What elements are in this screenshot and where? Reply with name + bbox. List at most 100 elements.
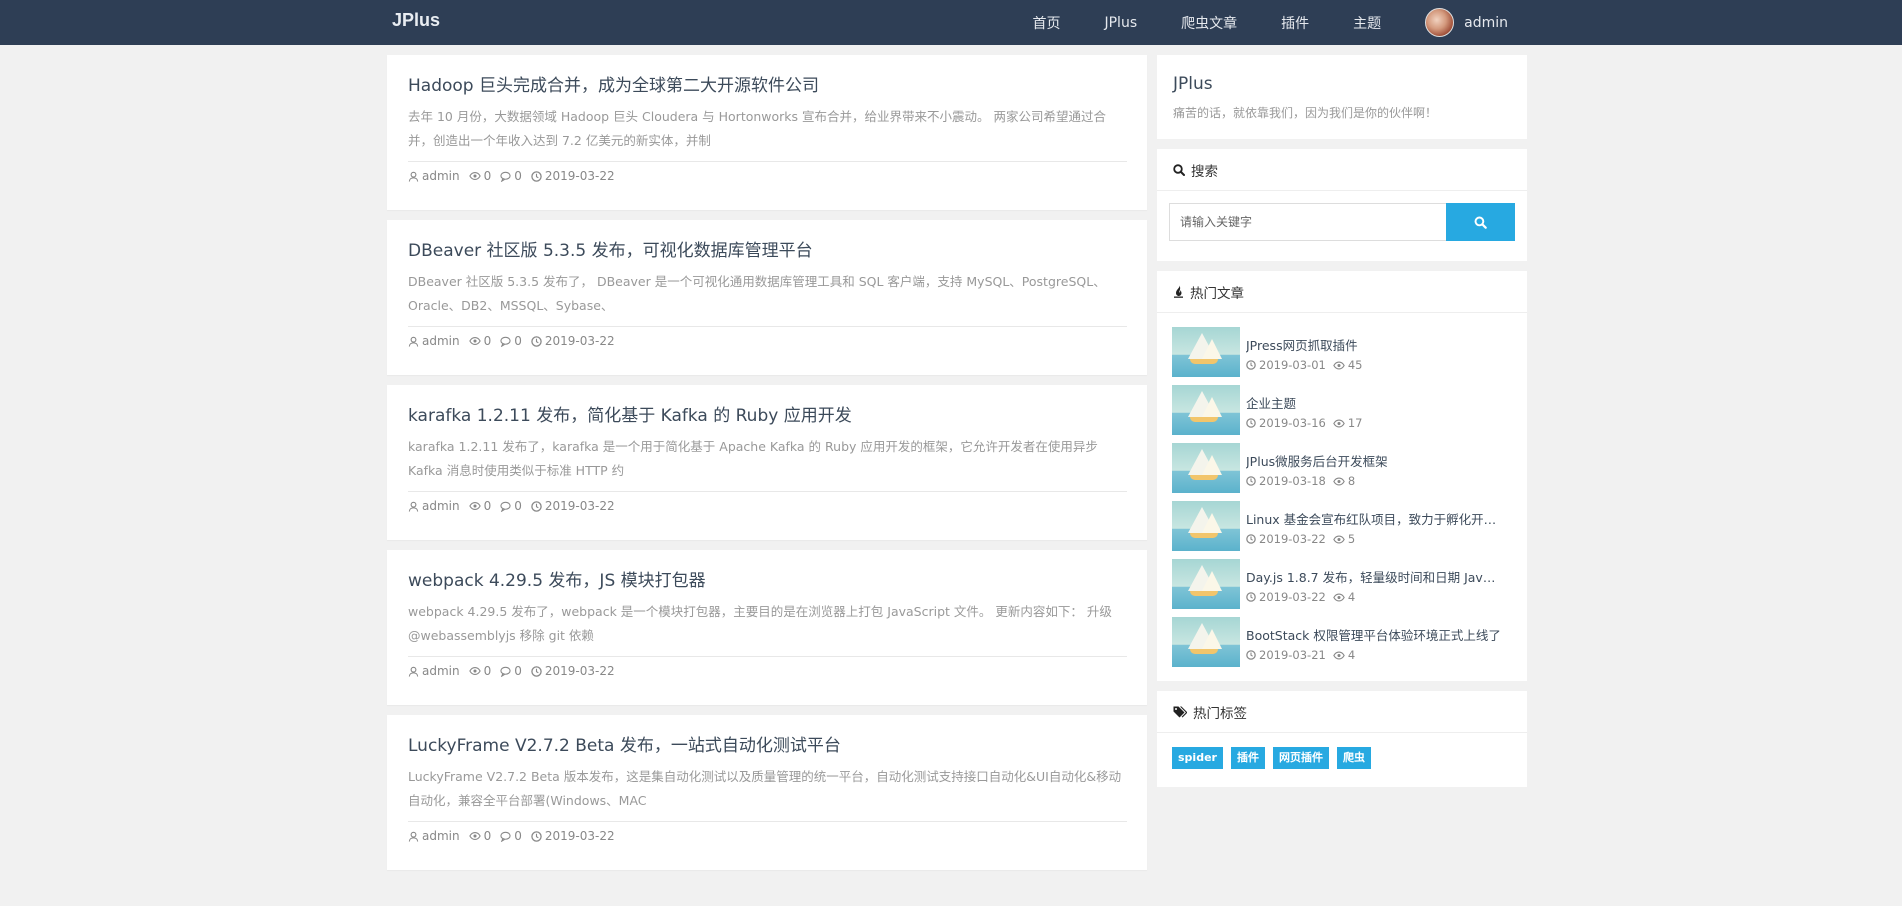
article-title[interactable]: karafka 1.2.11 发布，简化基于 Kafka 的 Ruby 应用开发 bbox=[408, 405, 1127, 427]
article-summary: LuckyFrame V2.7.2 Beta 版本发布，这是集自动化测试以及质量… bbox=[408, 769, 1122, 808]
date-text: 2019-03-22 bbox=[544, 829, 615, 843]
site-description: 痛苦的话，就依靠我们，因为我们是你的伙伴啊！ bbox=[1173, 106, 1438, 120]
search-panel-header: 搜索 bbox=[1157, 149, 1527, 191]
eye-icon bbox=[1333, 593, 1345, 601]
hot-article-info: Day.js 1.8.7 发布，轻量级时间和日期 Java… 2019-03-2… bbox=[1246, 559, 1511, 611]
hot-article-item[interactable]: Linux 基金会宣布红队项目，致力于孵化开… 2019-03-22 5 bbox=[1172, 501, 1511, 553]
hot-article-title[interactable]: BootStack 权限管理平台体验环境正式上线了 bbox=[1246, 625, 1502, 644]
views-count: 5 bbox=[1347, 532, 1356, 546]
article-date: 2019-03-22 bbox=[531, 829, 615, 843]
hot-article-info: 企业主题 2019-03-16 17 bbox=[1246, 385, 1511, 437]
comments-count: 0 bbox=[514, 829, 522, 843]
hot-articles-title: 热门文章 bbox=[1190, 285, 1244, 302]
tags-list: spider 插件 网页插件 爬虫 bbox=[1157, 733, 1527, 787]
article-views: 0 bbox=[468, 169, 491, 183]
user-icon bbox=[408, 501, 419, 512]
hot-article-thumbnail[interactable] bbox=[1172, 617, 1240, 667]
article-meta: admin 0 0 2019-03-22 bbox=[408, 664, 624, 678]
hot-article-info: Linux 基金会宣布红队项目，致力于孵化开… 2019-03-22 5 bbox=[1246, 501, 1511, 553]
article-date: 2019-03-22 bbox=[531, 169, 615, 183]
hot-article-item[interactable]: JPlus微服务后台开发框架 2019-03-18 8 bbox=[1172, 443, 1511, 495]
nav-item-jplus[interactable]: JPlus bbox=[1104, 15, 1137, 31]
author-name: admin bbox=[422, 829, 460, 843]
eye-icon bbox=[1333, 419, 1345, 427]
nav-item-crawler-articles[interactable]: 爬虫文章 bbox=[1181, 13, 1237, 33]
hot-article-views: 4 bbox=[1333, 648, 1355, 662]
author-name: admin bbox=[422, 169, 460, 183]
nav-item-plugins[interactable]: 插件 bbox=[1281, 13, 1309, 33]
search-input[interactable] bbox=[1169, 203, 1447, 241]
article-meta: admin 0 0 2019-03-22 bbox=[408, 169, 624, 183]
hot-article-thumbnail[interactable] bbox=[1172, 443, 1240, 493]
avatar[interactable] bbox=[1425, 8, 1455, 37]
hot-article-date: 2019-03-01 bbox=[1246, 358, 1326, 372]
article-summary: DBeaver 社区版 5.3.5 发布了， DBeaver 是一个可视化通用数… bbox=[408, 274, 1106, 313]
author-name: admin bbox=[422, 334, 460, 348]
article-meta: admin 0 0 2019-03-22 bbox=[408, 829, 624, 843]
article-title[interactable]: DBeaver 社区版 5.3.5 发布，可视化数据库管理平台 bbox=[408, 240, 1127, 262]
article-title[interactable]: LuckyFrame V2.7.2 Beta 发布，一站式自动化测试平台 bbox=[408, 735, 1127, 757]
hot-tags-panel: 热门标签 spider 插件 网页插件 爬虫 bbox=[1157, 691, 1527, 787]
hot-article-thumbnail[interactable] bbox=[1172, 385, 1240, 435]
hot-article-title[interactable]: JPress网页抓取插件 bbox=[1246, 335, 1502, 354]
date-text: 2019-03-22 bbox=[1259, 532, 1326, 546]
hot-article-thumbnail[interactable] bbox=[1172, 327, 1240, 377]
hot-article-title[interactable]: JPlus微服务后台开发框架 bbox=[1246, 451, 1502, 470]
article-author: admin bbox=[408, 334, 460, 348]
hot-article-date: 2019-03-16 bbox=[1246, 416, 1326, 430]
views-count: 0 bbox=[483, 664, 492, 678]
article-views: 0 bbox=[468, 334, 492, 348]
hot-article-item[interactable]: JPress网页抓取插件 2019-03-01 45 bbox=[1172, 327, 1511, 379]
clock-icon bbox=[1246, 418, 1256, 428]
tag-plugin[interactable]: 插件 bbox=[1230, 747, 1265, 769]
article-meta: admin 0 0 2019-03-22 bbox=[408, 334, 624, 348]
date-text: 2019-03-22 bbox=[544, 664, 615, 678]
tag-web-plugin[interactable]: 网页插件 bbox=[1272, 747, 1329, 769]
views-count: 4 bbox=[1347, 648, 1356, 662]
date-text: 2019-03-18 bbox=[1259, 474, 1326, 488]
author-name: admin bbox=[422, 664, 460, 678]
clock-icon bbox=[531, 665, 542, 677]
hot-article-meta: 2019-03-01 45 bbox=[1246, 358, 1511, 372]
hot-article-thumbnail[interactable] bbox=[1172, 559, 1240, 609]
hot-article-views: 8 bbox=[1333, 474, 1355, 488]
site-title: JPlus bbox=[1173, 74, 1213, 94]
article-title[interactable]: Hadoop 巨头完成合并，成为全球第二大开源软件公司 bbox=[408, 75, 1127, 97]
brand-logo[interactable]: JPlus bbox=[392, 10, 440, 31]
search-button[interactable] bbox=[1446, 203, 1515, 241]
article-divider bbox=[408, 326, 1127, 327]
user-name[interactable]: admin bbox=[1464, 15, 1508, 31]
article-card: LuckyFrame V2.7.2 Beta 发布，一站式自动化测试平台 Luc… bbox=[387, 715, 1147, 870]
hot-article-item[interactable]: BootStack 权限管理平台体验环境正式上线了 2019-03-21 4 bbox=[1172, 617, 1511, 669]
nav-item-themes[interactable]: 主题 bbox=[1353, 13, 1381, 33]
eye-icon bbox=[468, 832, 481, 840]
views-count: 17 bbox=[1347, 416, 1363, 430]
hot-article-meta: 2019-03-22 4 bbox=[1246, 590, 1511, 604]
hot-article-views: 17 bbox=[1333, 416, 1363, 430]
tag-spider[interactable]: spider bbox=[1172, 747, 1223, 769]
hot-article-views: 5 bbox=[1333, 532, 1355, 546]
hot-article-date: 2019-03-21 bbox=[1246, 648, 1326, 662]
article-comments: 0 bbox=[500, 334, 522, 348]
clock-icon bbox=[1246, 592, 1256, 602]
eye-icon bbox=[468, 502, 481, 510]
hot-article-title[interactable]: 企业主题 bbox=[1246, 393, 1502, 412]
views-count: 0 bbox=[483, 499, 492, 513]
article-title[interactable]: webpack 4.29.5 发布，JS 模块打包器 bbox=[408, 570, 1127, 592]
hot-article-title[interactable]: Day.js 1.8.7 发布，轻量级时间和日期 Java… bbox=[1246, 567, 1502, 586]
hot-article-meta: 2019-03-21 4 bbox=[1246, 648, 1511, 662]
article-divider bbox=[408, 161, 1127, 162]
comment-icon bbox=[500, 336, 511, 347]
clock-icon bbox=[531, 830, 542, 842]
nav-item-home[interactable]: 首页 bbox=[1032, 13, 1060, 33]
date-text: 2019-03-22 bbox=[544, 169, 615, 183]
hot-article-meta: 2019-03-22 5 bbox=[1246, 532, 1511, 546]
user-menu[interactable]: admin bbox=[1425, 8, 1508, 37]
views-count: 0 bbox=[483, 334, 492, 348]
hot-article-title[interactable]: Linux 基金会宣布红队项目，致力于孵化开… bbox=[1246, 509, 1502, 528]
hot-article-item[interactable]: Day.js 1.8.7 发布，轻量级时间和日期 Java… 2019-03-2… bbox=[1172, 559, 1511, 611]
views-count: 8 bbox=[1347, 474, 1356, 488]
hot-article-item[interactable]: 企业主题 2019-03-16 17 bbox=[1172, 385, 1511, 437]
hot-article-thumbnail[interactable] bbox=[1172, 501, 1240, 551]
tag-crawler[interactable]: 爬虫 bbox=[1336, 747, 1371, 769]
